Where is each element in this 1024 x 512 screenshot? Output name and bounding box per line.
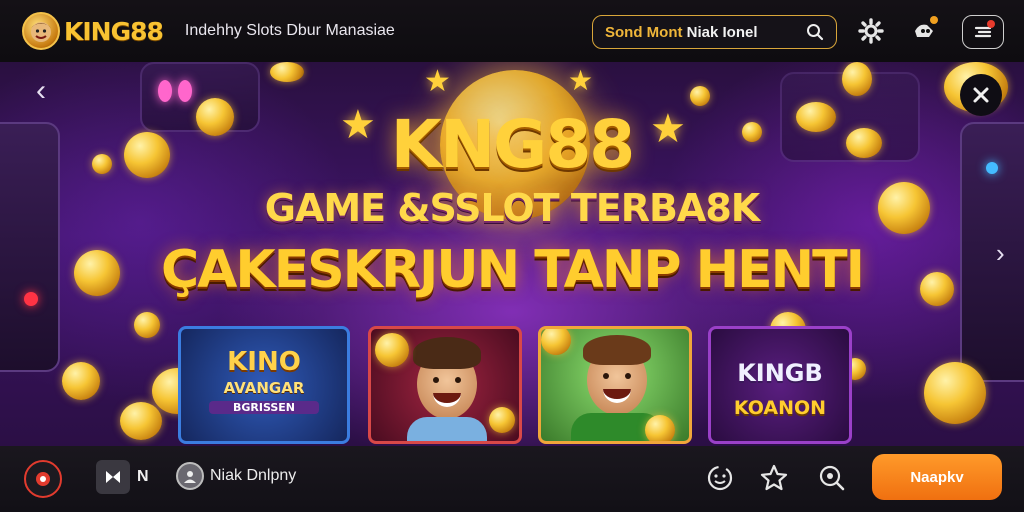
coin [645, 415, 675, 441]
logo[interactable]: KING88 [22, 12, 164, 50]
character-shirt [407, 417, 487, 441]
bottom-toolbar: N Niak Dnlpny Naapkv [0, 446, 1024, 512]
menu-button[interactable] [962, 15, 1004, 49]
coin [375, 333, 409, 367]
star-icon: ★ [424, 65, 451, 98]
user-icon [184, 471, 196, 483]
character-eye [433, 377, 439, 383]
notification-dot [930, 16, 938, 24]
game-card-3[interactable] [538, 326, 692, 444]
search-box[interactable]: Sond Mont Niak Ionel [592, 15, 837, 49]
character-eye [455, 377, 461, 383]
character-hair [413, 337, 481, 369]
short-label: N [137, 468, 149, 485]
coin [924, 362, 986, 424]
menu-badge [987, 20, 995, 28]
top-header: KING88 Indehhy Slots Dbur Manasiae Sond … [0, 0, 1024, 62]
hero-headline-2: ÇAKESKRJUN TANP HENTI [161, 240, 865, 300]
record-button[interactable] [24, 460, 62, 498]
search-text-gold: Sond Mont [605, 23, 683, 41]
game-card-tag: BGRISSEN [209, 401, 319, 414]
hero-prev-arrow-icon[interactable]: ‹ [36, 74, 46, 108]
header-tagline: Indehhy Slots Dbur Manasiae [184, 22, 395, 39]
search-text-white: Niak Ionel [686, 23, 758, 41]
media-button[interactable] [96, 460, 130, 494]
game-card-subtitle: AVANGAR [223, 379, 305, 397]
game-card-1[interactable]: KINO AVANGAR BGRISSEN [178, 326, 350, 444]
coin [842, 62, 872, 96]
game-card-title: KINO [227, 347, 301, 377]
coin [62, 362, 100, 400]
game-card-title: KINGB [737, 359, 823, 387]
search-icon[interactable] [816, 462, 848, 494]
game-card-2[interactable] [368, 326, 522, 444]
close-icon [973, 87, 989, 103]
star-outline-icon[interactable] [758, 462, 790, 494]
character-eye [603, 373, 609, 379]
logo-text: KING88 [64, 16, 164, 46]
game-card-4[interactable]: KINGB KOANON [708, 326, 852, 444]
coin [690, 86, 710, 106]
hero-brand-title: KNG88 [390, 106, 635, 183]
coin [270, 62, 304, 82]
search-icon[interactable] [806, 23, 824, 46]
hero-next-arrow-icon[interactable]: › [996, 238, 1005, 269]
avatar[interactable] [176, 462, 204, 490]
record-icon [36, 472, 50, 486]
neon-light [178, 80, 192, 102]
primary-action-button[interactable]: Naapkv [872, 454, 1002, 500]
coin [120, 402, 162, 440]
neon-light [158, 80, 172, 102]
game-card-subtitle: KOANON [733, 397, 827, 419]
emoji-icon[interactable] [704, 462, 736, 494]
character-eye [625, 373, 631, 379]
coin [134, 312, 160, 338]
star-icon: ★ [568, 65, 594, 96]
hero-close-button[interactable] [960, 74, 1002, 116]
character-hair [583, 335, 651, 365]
search-text: Sond Mont Niak Ionel [605, 24, 758, 41]
logo-mascot-icon [22, 12, 60, 50]
notification-icon[interactable] [910, 16, 940, 46]
coin [541, 329, 571, 355]
coin [489, 407, 515, 433]
hero-headline-1: GAME &SSLOT TERBA8K [264, 186, 760, 230]
account-name[interactable]: Niak Dnlpny [210, 467, 296, 485]
app-root: KING88 Indehhy Slots Dbur Manasiae Sond … [0, 0, 1024, 512]
hero-banner[interactable]: ★ ★ ★ ★ KNG88 GAME &SSLOT TERBA8K ÇAKESK… [0, 62, 1024, 446]
gear-icon[interactable] [856, 16, 886, 46]
media-icon [106, 471, 120, 483]
